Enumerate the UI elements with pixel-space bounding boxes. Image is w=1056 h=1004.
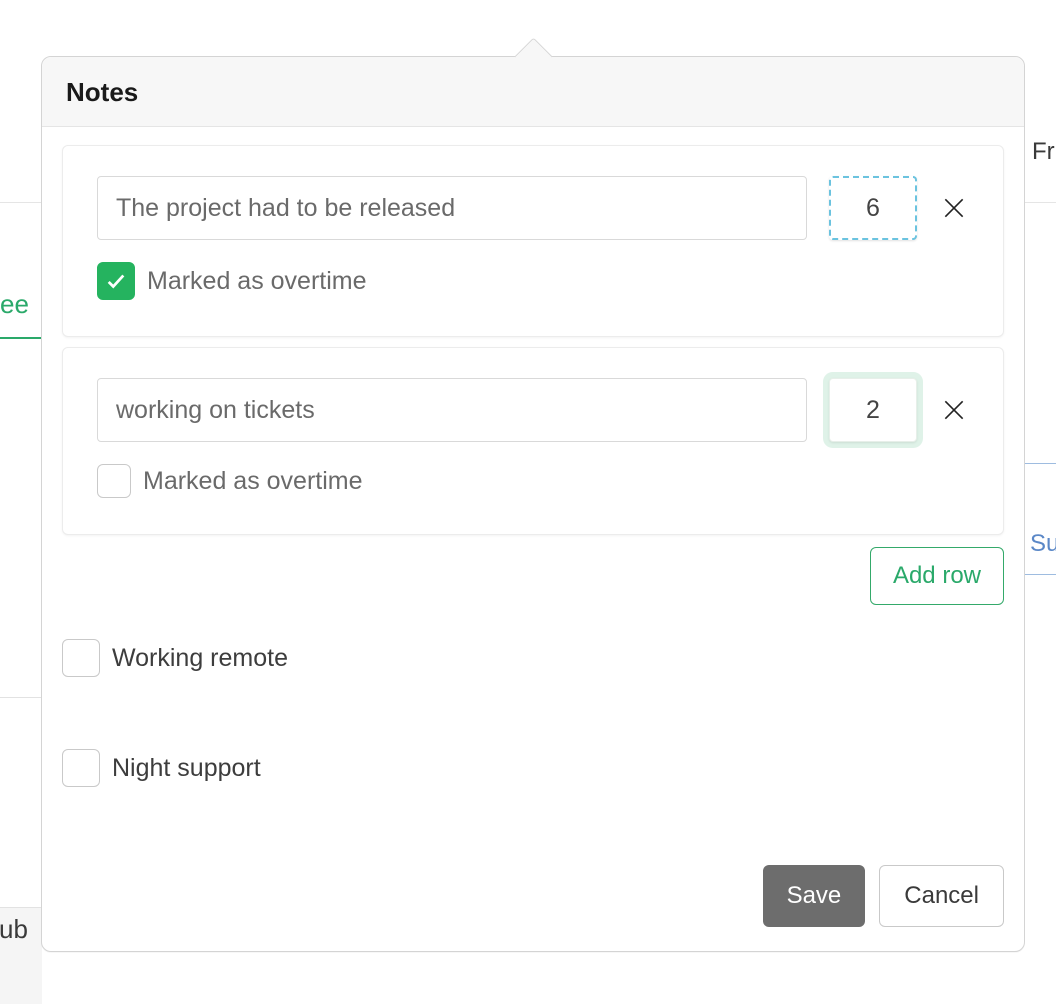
modal-title: Notes (66, 77, 1000, 108)
close-icon (941, 397, 967, 423)
remove-note-button[interactable] (939, 193, 969, 223)
check-icon (105, 270, 127, 292)
working-remote-label: Working remote (112, 644, 288, 673)
bg-line (0, 697, 42, 698)
overtime-label: Marked as overtime (143, 467, 363, 496)
working-remote-row: Working remote (62, 639, 1004, 677)
add-row-button[interactable]: Add row (870, 547, 1004, 605)
bg-line (1021, 463, 1056, 464)
night-support-label: Night support (112, 754, 261, 783)
add-row-wrap: Add row (62, 547, 1004, 605)
close-icon (941, 195, 967, 221)
modal-body: Marked as overtime (42, 127, 1024, 951)
note-card: Marked as overtime (62, 145, 1004, 337)
remove-note-button[interactable] (939, 395, 969, 425)
bg-tab-underline (0, 337, 42, 339)
bg-line (1021, 574, 1056, 575)
note-text-input[interactable] (97, 176, 807, 240)
night-support-checkbox[interactable] (62, 749, 100, 787)
overtime-row: Marked as overtime (97, 262, 969, 300)
overtime-label: Marked as overtime (147, 267, 367, 296)
overtime-checkbox[interactable] (97, 262, 135, 300)
save-button[interactable]: Save (763, 865, 866, 927)
working-remote-checkbox[interactable] (62, 639, 100, 677)
note-hours-input[interactable] (829, 176, 917, 240)
night-support-row: Night support (62, 749, 1004, 787)
overtime-row: Marked as overtime (97, 464, 969, 498)
modal-pointer (520, 43, 546, 69)
cancel-button[interactable]: Cancel (879, 865, 1004, 927)
bg-text-fragment: ub (0, 914, 28, 945)
bg-tab-fragment: ee (0, 289, 29, 332)
note-text-input[interactable] (97, 378, 807, 442)
overtime-checkbox[interactable] (97, 464, 131, 498)
bg-day-fr: Fr (1032, 138, 1055, 166)
bg-day-su: Su (1030, 530, 1056, 558)
modal-footer: Save Cancel (62, 865, 1004, 927)
note-row (97, 378, 969, 442)
notes-modal: Notes Marked as (41, 56, 1025, 952)
note-row (97, 176, 969, 240)
note-card: Marked as overtime (62, 347, 1004, 535)
note-hours-input[interactable] (829, 378, 917, 442)
